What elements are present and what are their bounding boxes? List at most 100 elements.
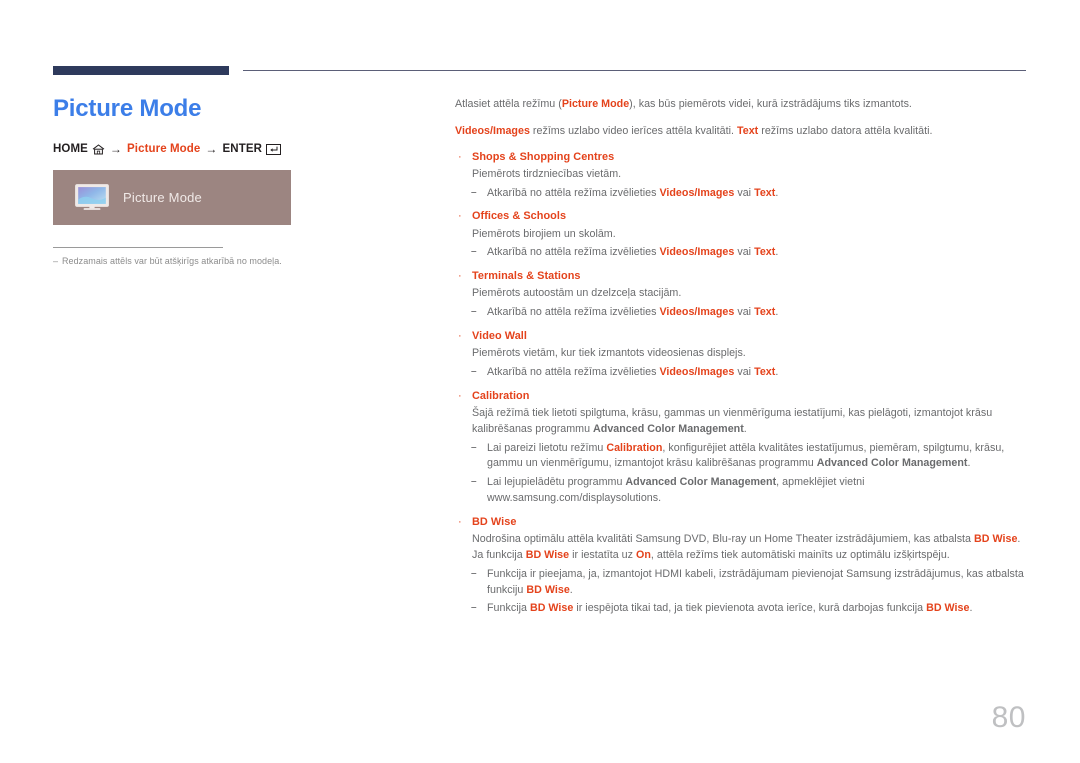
page-number: 80 — [991, 701, 1026, 734]
dash-marker: – — [471, 567, 477, 579]
breadcrumb: HOME → Picture Mode → ENTER — [53, 142, 413, 156]
bd-desc-p4: , attēla režīms tiek automātiski mainīts… — [650, 548, 950, 561]
list-item: – Atkarībā no attēla režīma izvēlieties … — [455, 365, 1028, 381]
list-item: · Offices & Schools Piemērots birojiem u… — [455, 208, 1028, 242]
list-item: – Lai lejupielādētu programmu Advanced C… — [455, 475, 1028, 507]
section-title: Video Wall — [472, 330, 527, 343]
left-column: Picture Mode HOME → Picture Mode → ENTER — [53, 95, 413, 268]
breadcrumb-enter-label: ENTER — [222, 143, 263, 156]
sub-p1: Lai lejupielādētu programmu — [487, 476, 626, 489]
sub-p1: Atkarībā no attēla režīma izvēlieties — [487, 366, 660, 379]
sub-p2: vai — [734, 366, 755, 379]
sub-note-calibration-2: Lai lejupielādētu programmu Advanced Col… — [487, 475, 1028, 507]
list-item: · Calibration Šajā režīmā tiek lietoti s… — [455, 388, 1028, 438]
sub-p2: vai — [734, 306, 755, 319]
sub-bold-acm: Advanced Color Management — [625, 476, 777, 489]
sub-keyword-text: Text — [754, 366, 776, 379]
cal-desc-p2: . — [743, 422, 747, 435]
intro1-part1: Atlasiet attēla režīmu ( — [455, 98, 562, 110]
sub-keyword-bd-wise: BD Wise — [526, 583, 570, 596]
list-item: · BD Wise Nodrošina optimālu attēla kval… — [455, 514, 1028, 564]
section-title: BD Wise — [472, 515, 517, 528]
sub-note-terminals: Atkarībā no attēla režīma izvēlieties Vi… — [487, 305, 1028, 321]
section-body-video-wall: Video Wall Piemērots vietām, kur tiek iz… — [472, 328, 1028, 362]
section-body-calibration: Calibration Šajā režīmā tiek lietoti spi… — [472, 388, 1028, 438]
intro1-part2: ), kas būs piemērots videi, kurā izstrād… — [629, 98, 912, 110]
bullet-marker: · — [458, 210, 462, 223]
intro2-keyword-videos-images: Videos/Images — [455, 124, 530, 137]
bullet-marker: · — [458, 515, 462, 528]
breadcrumb-arrow-1: → — [109, 142, 123, 157]
intro2-keyword-text: Text — [736, 124, 759, 137]
sub-p2: ir iespējota tikai tad, ja tiek pievieno… — [573, 602, 927, 615]
header-rule — [53, 66, 1026, 75]
bullet-marker: · — [458, 150, 462, 163]
header-tab-block — [53, 66, 229, 75]
section-title: Offices & Schools — [472, 210, 567, 223]
list-item: – Lai pareizi lietotu režīmu Calibration… — [455, 441, 1028, 473]
list-item: – Atkarībā no attēla režīma izvēlieties … — [455, 186, 1028, 202]
enter-icon — [266, 143, 282, 155]
sub-p3: . — [775, 246, 779, 259]
sub-p3: . — [969, 602, 973, 615]
list-item: – Funkcija ir pieejama, ja, izmantojot H… — [455, 567, 1028, 599]
bullet-marker: · — [458, 330, 462, 343]
note-dash-marker: – — [53, 256, 59, 267]
sub-note-shops: Atkarībā no attēla režīma izvēlieties Vi… — [487, 186, 1028, 202]
dash-marker: – — [471, 441, 477, 453]
list-item: – Atkarībā no attēla režīma izvēlieties … — [455, 245, 1028, 261]
sub-p3: . — [775, 306, 779, 319]
section-title: Shops & Shopping Centres — [472, 150, 615, 163]
list-item: – Funkcija BD Wise ir iespējota tikai ta… — [455, 601, 1028, 617]
bd-desc-p3: ir iestatīta uz — [569, 548, 636, 561]
page-title: Picture Mode — [53, 95, 202, 122]
osd-preview-box: Picture Mode — [53, 170, 291, 226]
section-body-terminals: Terminals & Stations Piemērots autoostām… — [472, 268, 1028, 302]
content-column: Atlasiet attēla režīmu (Picture Mode), k… — [455, 97, 1028, 617]
sub-p2: vai — [734, 246, 755, 259]
bullet-marker: · — [458, 270, 462, 283]
cal-desc-bold-acm: Advanced Color Management — [593, 422, 744, 435]
sub-keyword-text: Text — [754, 186, 776, 199]
section-body-offices: Offices & Schools Piemērots birojiem un … — [472, 208, 1028, 242]
sub-keyword-text: Text — [754, 306, 776, 319]
breadcrumb-arrow-2: → — [205, 142, 218, 157]
list-item: – Atkarībā no attēla režīma izvēlieties … — [455, 305, 1028, 321]
home-icon — [92, 144, 105, 155]
intro-paragraph-2: Videos/Images režīms uzlabo video ierīce… — [455, 124, 1028, 140]
dash-marker: – — [471, 476, 477, 488]
list-item: · Shops & Shopping Centres Piemērots tir… — [455, 149, 1028, 183]
sub-keyword-bd-wise-1: BD Wise — [529, 602, 574, 615]
section-body-shops: Shops & Shopping Centres Piemērots tirdz… — [472, 149, 1028, 183]
section-body-bd-wise: BD Wise Nodrošina optimālu attēla kvalit… — [472, 514, 1028, 564]
list-item: · Terminals & Stations Piemērots autoost… — [455, 268, 1028, 302]
section-description: Piemērots tirdzniecības vietām. — [472, 167, 622, 180]
breadcrumb-menu-label: Picture Mode — [127, 143, 201, 156]
sub-keyword-videos-images: Videos/Images — [659, 306, 735, 319]
dash-marker: – — [471, 602, 477, 614]
sub-p2: . — [569, 583, 573, 596]
sub-keyword-videos-images: Videos/Images — [659, 246, 735, 259]
bullet-marker: · — [458, 389, 462, 402]
sub-keyword-videos-images: Videos/Images — [659, 366, 735, 379]
bd-keyword-2: BD Wise — [525, 548, 570, 561]
sub-p3: . — [967, 457, 971, 470]
sub-keyword-videos-images: Videos/Images — [659, 186, 735, 199]
sub-p1: Atkarībā no attēla režīma izvēlieties — [487, 246, 660, 259]
sub-p3: . — [775, 366, 779, 379]
bd-desc-p1: Nodrošina optimālu attēla kvalitāti Sams… — [472, 533, 975, 546]
list-item: · Video Wall Piemērots vietām, kur tiek … — [455, 328, 1028, 362]
sub-p1: Atkarībā no attēla režīma izvēlieties — [487, 186, 660, 199]
monitor-icon — [75, 184, 109, 211]
sub-note-bd-wise-2: Funkcija BD Wise ir iespējota tikai tad,… — [487, 601, 1028, 617]
model-note: – Redzamais attēls var būt atšķirīgs atk… — [53, 255, 413, 268]
sub-note-calibration-1: Lai pareizi lietotu režīmu Calibration, … — [487, 441, 1028, 473]
sub-keyword-text: Text — [754, 246, 776, 259]
section-description: Piemērots vietām, kur tiek izmantots vid… — [472, 347, 746, 360]
sub-bold-acm: Advanced Color Management — [816, 457, 968, 470]
sub-keyword-bd-wise-2: BD Wise — [926, 602, 970, 615]
section-title: Terminals & Stations — [472, 270, 581, 283]
dash-marker: – — [471, 366, 477, 378]
sub-p1: Lai pareizi lietotu režīmu — [487, 441, 607, 454]
section-description: Piemērots autoostām un dzelzceļa stacijā… — [472, 287, 682, 300]
